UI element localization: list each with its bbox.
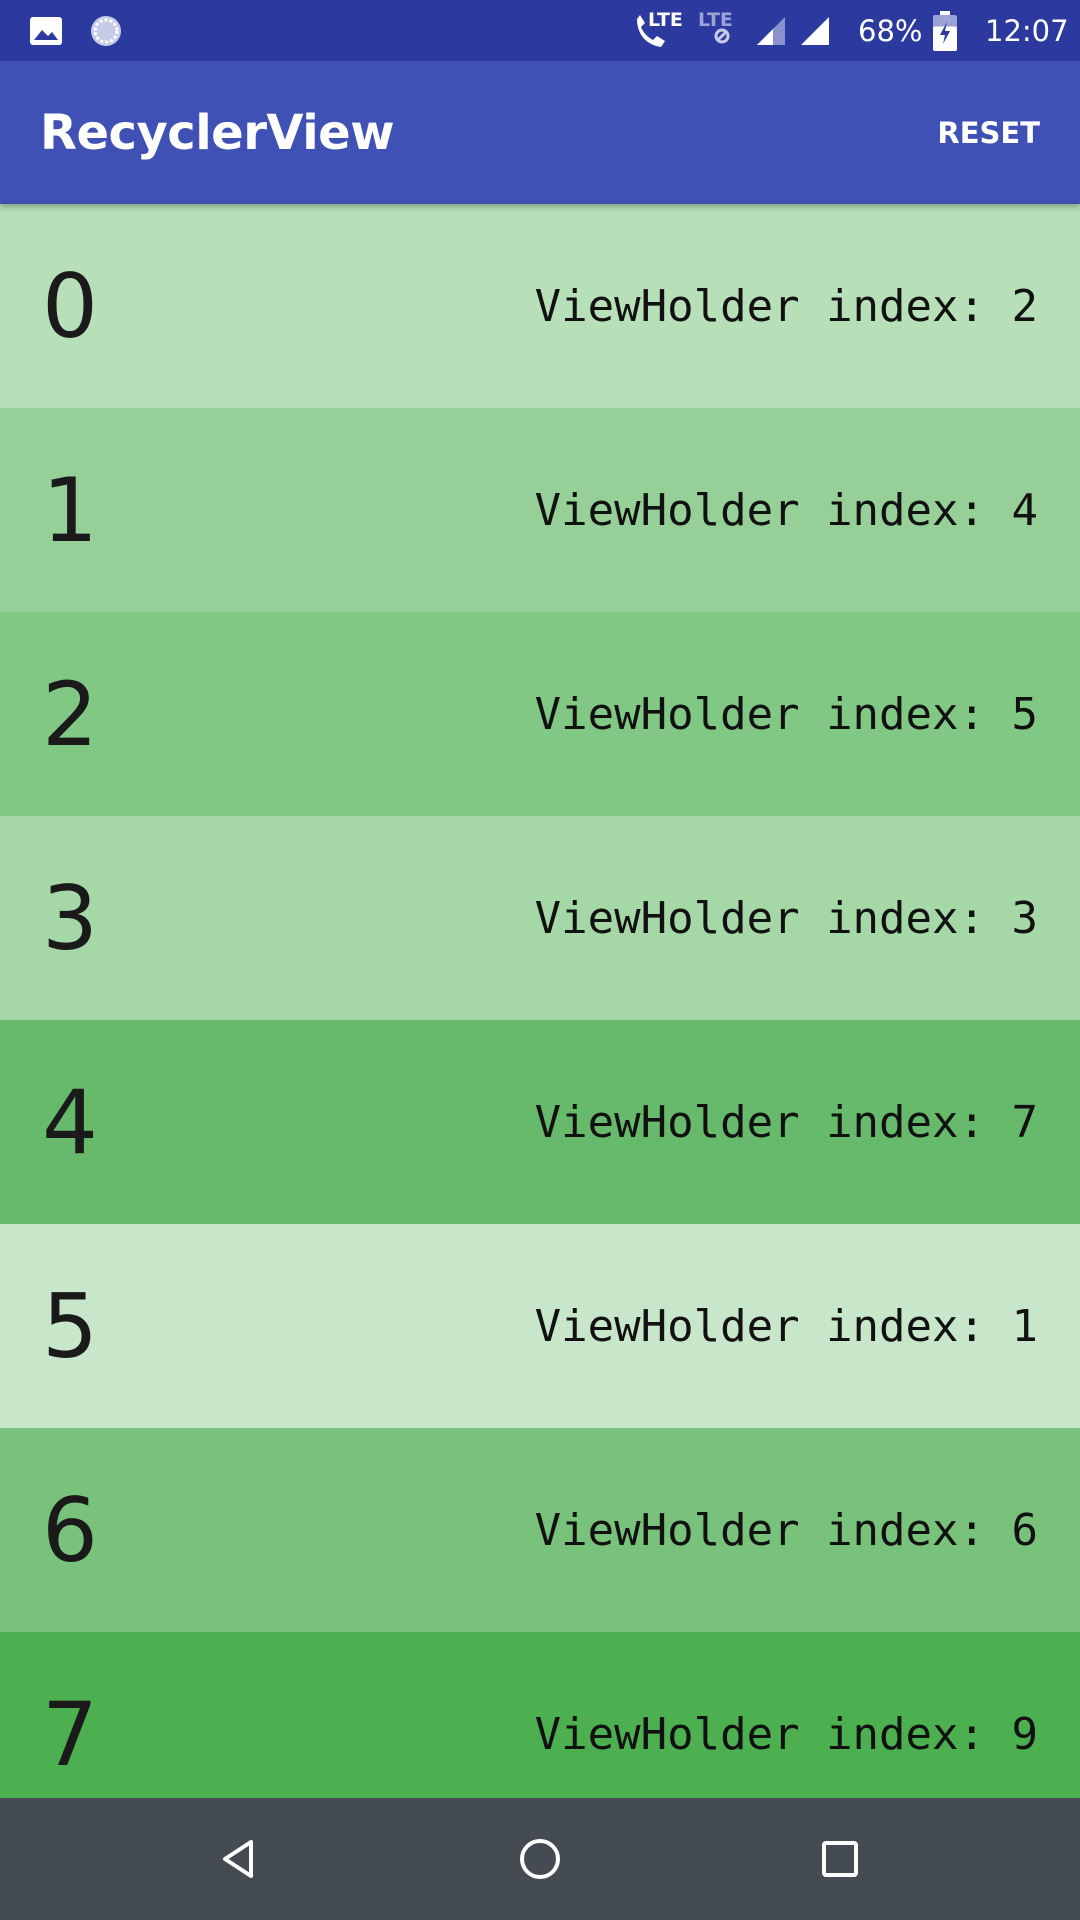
viewholder-index-label: ViewHolder index: 3 — [534, 892, 1038, 944]
row-position-number: 3 — [42, 866, 98, 970]
back-button[interactable] — [170, 1798, 310, 1920]
row-position-number: 2 — [42, 662, 98, 766]
signal-icon — [796, 0, 834, 61]
navigation-bar — [0, 1798, 1080, 1920]
list-item[interactable]: 3 ViewHolder index: 3 — [0, 816, 1080, 1020]
app-bar: RecyclerView RESET — [0, 61, 1080, 204]
viewholder-index-label: ViewHolder index: 5 — [534, 688, 1038, 740]
sync-icon — [86, 0, 126, 61]
data-lte-badge: LTE — [698, 9, 733, 31]
row-position-number: 6 — [42, 1478, 98, 1582]
page-title: RecyclerView — [40, 104, 395, 161]
viewholder-index-label: ViewHolder index: 4 — [534, 484, 1038, 536]
viewholder-index-label: ViewHolder index: 6 — [534, 1504, 1038, 1556]
recents-button[interactable] — [770, 1798, 910, 1920]
viewholder-index-label: ViewHolder index: 7 — [534, 1096, 1038, 1148]
battery-percent: 68% — [858, 13, 923, 48]
recents-icon — [822, 1841, 858, 1877]
reset-button[interactable]: RESET — [927, 61, 1050, 204]
recycler-list[interactable]: 0 ViewHolder index: 2 1 ViewHolder index: 4… — [0, 204, 1080, 1798]
viewholder-index-label: ViewHolder index: 2 — [534, 280, 1038, 332]
home-icon — [520, 1839, 560, 1879]
home-button[interactable] — [470, 1798, 610, 1920]
clock: 12:07 — [985, 13, 1069, 48]
list-item[interactable]: 5 ViewHolder index: 1 — [0, 1224, 1080, 1428]
image-icon — [28, 0, 64, 61]
row-position-number: 4 — [42, 1070, 98, 1174]
viewholder-index-label: ViewHolder index: 1 — [534, 1300, 1038, 1352]
row-position-number: 0 — [42, 254, 98, 358]
back-icon — [223, 1840, 253, 1878]
list-item[interactable]: 4 ViewHolder index: 7 — [0, 1020, 1080, 1224]
row-position-number: 5 — [42, 1274, 98, 1378]
battery-charging-icon — [930, 0, 960, 61]
status-bar: LTE LTE 68% 12:07 — [0, 0, 1080, 61]
signal-icon — [752, 0, 790, 61]
list-item[interactable]: 1 ViewHolder index: 4 — [0, 408, 1080, 612]
list-item[interactable]: 0 ViewHolder index: 2 — [0, 204, 1080, 408]
row-position-number: 1 — [42, 458, 98, 562]
list-item[interactable]: 2 ViewHolder index: 5 — [0, 612, 1080, 816]
list-item[interactable]: 7 ViewHolder index: 9 — [0, 1632, 1080, 1798]
viewholder-index-label: ViewHolder index: 9 — [534, 1708, 1038, 1760]
list-item[interactable]: 6 ViewHolder index: 6 — [0, 1428, 1080, 1632]
row-position-number: 7 — [42, 1682, 98, 1786]
call-lte-badge: LTE — [648, 9, 683, 31]
